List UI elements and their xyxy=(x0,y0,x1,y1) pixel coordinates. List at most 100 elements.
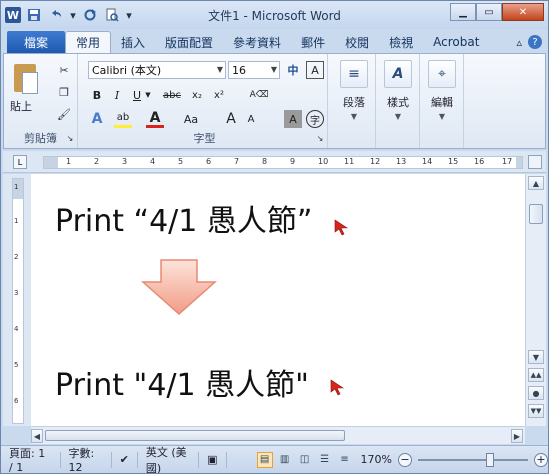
customize-qat-icon[interactable]: ▾ xyxy=(125,6,133,24)
ruler-number: 14 xyxy=(422,157,433,166)
tab-review[interactable]: 校閱 xyxy=(335,31,379,53)
scroll-down-button[interactable]: ▼ xyxy=(528,350,544,364)
vruler-number: 1 xyxy=(14,183,19,191)
font-size-select[interactable]: 16 ▼ xyxy=(228,61,280,79)
zoom-level[interactable]: 170% xyxy=(361,453,392,466)
font-name-select[interactable]: Calibri (本文) ▼ xyxy=(88,61,226,79)
tab-page-layout[interactable]: 版面配置 xyxy=(155,31,223,53)
tab-references[interactable]: 參考資料 xyxy=(223,31,291,53)
font-size-dropdown-icon: ▼ xyxy=(270,65,277,74)
page-indicator[interactable]: 頁面: 1 / 1 xyxy=(1,447,61,473)
vertical-scroll-thumb[interactable] xyxy=(529,204,543,224)
word-count[interactable]: 字數: 12 xyxy=(61,447,112,473)
word-logo-icon[interactable]: W xyxy=(5,7,21,23)
format-painter-icon[interactable]: 🖌 xyxy=(56,106,72,122)
undo-dropdown-icon[interactable]: ▾ xyxy=(69,6,77,24)
scroll-up-button[interactable]: ▲ xyxy=(528,176,544,190)
superscript-button[interactable]: x² xyxy=(210,86,228,104)
previous-page-button[interactable]: ▲▲ xyxy=(528,368,544,382)
language-indicator[interactable]: 英文 (美國) xyxy=(138,446,200,473)
view-ruler-toggle[interactable] xyxy=(528,155,542,169)
grow-font-button[interactable]: A xyxy=(222,110,240,128)
clear-formatting-icon[interactable]: A⌫ xyxy=(250,86,269,104)
font-launcher-icon[interactable]: ↘ xyxy=(312,130,328,146)
word-window: W ▾ ▾ 文件1 - Microsoft Word ▁ ▭ ✕ 檔案 常用 插… xyxy=(0,0,549,474)
outline-icon[interactable]: ☰ xyxy=(317,452,333,468)
document-line-2: Print "4/1 愚人節" xyxy=(55,368,309,403)
horizontal-ruler[interactable]: 1 2 3 4 5 6 7 8 9 10 11 12 13 14 15 16 1… xyxy=(43,156,523,169)
tab-acrobat[interactable]: Acrobat xyxy=(423,31,489,53)
shrink-font-button[interactable]: A xyxy=(242,110,260,128)
vertical-ruler-track[interactable]: 1 1 2 3 4 5 6 xyxy=(12,178,24,424)
chinese-conversion-icon[interactable]: 中 xyxy=(284,61,302,79)
down-arrow-icon xyxy=(141,259,217,316)
char-shading-icon[interactable]: A xyxy=(284,110,302,128)
zoom-in-button[interactable]: + xyxy=(534,452,548,467)
underline-dropdown-icon[interactable]: ▼ xyxy=(144,86,152,104)
redo-icon[interactable] xyxy=(81,6,99,24)
draft-icon[interactable]: ≡ xyxy=(337,452,353,468)
zoom-slider-thumb[interactable] xyxy=(486,452,494,467)
enclose-char-icon[interactable]: 字 xyxy=(306,110,324,128)
print-preview-icon[interactable] xyxy=(103,6,121,24)
paragraph-button[interactable]: ≡ 段落 ▼ xyxy=(334,60,374,130)
print-layout-icon[interactable]: ▤ xyxy=(256,451,273,468)
tab-file[interactable]: 檔案 xyxy=(7,31,65,53)
font-group: Calibri (本文) ▼ 16 ▼ 中 A B I U ▼ abc x₂ x… xyxy=(82,54,328,148)
browse-object-button[interactable]: ● xyxy=(528,386,544,400)
undo-icon[interactable] xyxy=(47,6,65,24)
zoom-slider[interactable] xyxy=(418,452,528,467)
ruler-right-margin xyxy=(516,157,522,168)
clipboard-launcher-icon[interactable]: ↘ xyxy=(62,130,78,146)
vertical-scrollbar[interactable]: ▲ ▼ ▲▲ ● ▼▼ xyxy=(525,174,546,426)
next-page-button[interactable]: ▼▼ xyxy=(528,404,544,418)
paste-sheet-icon xyxy=(22,72,38,94)
copy-icon[interactable]: ❐ xyxy=(56,84,72,100)
proofing-icon[interactable]: ✔ xyxy=(112,451,138,468)
ribbon: 貼上 ✂ ❐ 🖌 剪貼簿 ↘ Calibri (本文) ▼ 16 ▼ 中 A B… xyxy=(3,53,546,149)
scroll-right-button[interactable]: ▶ xyxy=(511,429,523,443)
italic-button[interactable]: I xyxy=(108,86,126,104)
styles-button[interactable]: A 樣式 ▼ xyxy=(378,60,418,130)
web-layout-icon[interactable]: ◫ xyxy=(297,452,313,468)
ruler-number: 1 xyxy=(66,157,72,166)
tab-view[interactable]: 檢視 xyxy=(379,31,423,53)
full-screen-reading-icon[interactable]: ▥ xyxy=(277,452,293,468)
tab-home[interactable]: 常用 xyxy=(65,31,112,53)
ribbon-right-controls: ▵ ? xyxy=(516,31,548,53)
macro-record-icon[interactable]: ▣ xyxy=(199,451,227,468)
title-bar: W ▾ ▾ 文件1 - Microsoft Word ▁ ▭ ✕ xyxy=(1,1,548,29)
tab-selector-button[interactable]: L xyxy=(13,155,27,169)
font-color-button[interactable]: A xyxy=(146,110,164,128)
document-canvas[interactable]: Print “4/1 愚人節” Print "4/1 愚人節" xyxy=(31,174,525,426)
styles-dropdown-icon: ▼ xyxy=(394,112,402,121)
horizontal-scroll-thumb[interactable] xyxy=(45,430,345,441)
paste-label[interactable]: 貼上 xyxy=(10,98,32,114)
highlight-icon[interactable]: ab xyxy=(114,110,132,128)
ruler-number: 9 xyxy=(290,157,296,166)
save-icon[interactable] xyxy=(25,6,43,24)
horizontal-scrollbar[interactable]: ◀ ▶ xyxy=(31,426,525,444)
ruler-number: 15 xyxy=(448,157,459,166)
subscript-button[interactable]: x₂ xyxy=(188,86,206,104)
ruler-number: 10 xyxy=(318,157,329,166)
cut-icon[interactable]: ✂ xyxy=(56,62,72,78)
help-icon[interactable]: ? xyxy=(528,35,542,49)
paste-button[interactable] xyxy=(12,60,40,96)
tab-mailings[interactable]: 郵件 xyxy=(291,31,335,53)
close-button[interactable]: ✕ xyxy=(502,3,544,21)
ruler-number: 11 xyxy=(344,157,355,166)
minimize-ribbon-icon[interactable]: ▵ xyxy=(516,36,522,49)
change-case-button[interactable]: Aa xyxy=(180,110,202,128)
scroll-left-button[interactable]: ◀ xyxy=(31,429,43,443)
char-border-icon[interactable]: A xyxy=(306,61,324,79)
zoom-out-button[interactable]: − xyxy=(398,452,412,467)
ruler-number: 2 xyxy=(94,157,100,166)
strikethrough-button[interactable]: abc xyxy=(160,86,184,104)
editing-button[interactable]: ⌖ 編輯 ▼ xyxy=(422,60,462,130)
text-effects-icon[interactable]: A xyxy=(88,110,106,128)
tab-insert[interactable]: 插入 xyxy=(111,31,155,53)
maximize-button[interactable]: ▭ xyxy=(476,3,502,21)
bold-button[interactable]: B xyxy=(88,86,106,104)
minimize-button[interactable]: ▁ xyxy=(450,3,476,21)
